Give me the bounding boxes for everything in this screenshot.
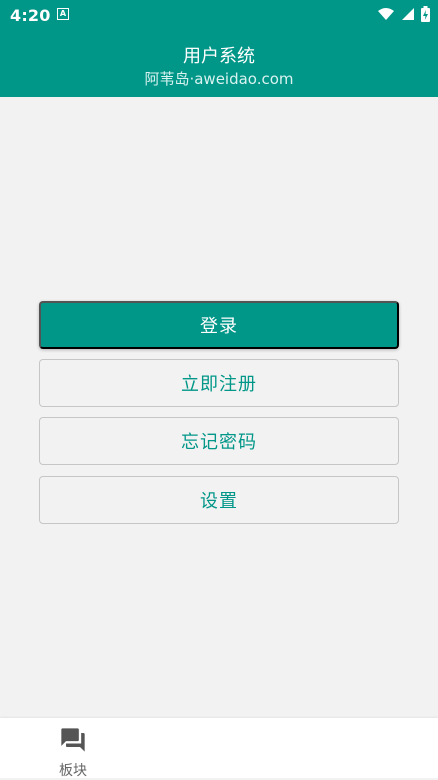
notification-a-icon: A bbox=[57, 8, 69, 20]
status-time: 4:20 bbox=[10, 6, 51, 25]
status-icons bbox=[377, 6, 430, 22]
top-bar: 4:20 A 用户系统 阿苇岛·aweidao.com bbox=[0, 0, 438, 97]
app-subtitle: 阿苇岛·aweidao.com bbox=[144, 70, 294, 88]
register-button[interactable]: 立即注册 bbox=[39, 359, 399, 407]
forum-icon bbox=[61, 728, 85, 752]
app-title: 用户系统 bbox=[183, 46, 255, 67]
battery-icon bbox=[421, 6, 430, 22]
wifi-icon bbox=[378, 8, 394, 20]
forgot-password-button[interactable]: 忘记密码 bbox=[39, 417, 399, 465]
bottom-navigation: 板块 bbox=[0, 718, 438, 779]
bottom-nav-label: 板块 bbox=[59, 763, 87, 779]
bottom-nav-item-board[interactable]: 板块 bbox=[40, 718, 106, 779]
settings-button[interactable]: 设置 bbox=[39, 476, 399, 524]
signal-icon bbox=[402, 8, 414, 20]
login-button[interactable]: 登录 bbox=[39, 301, 399, 349]
status-bar: 4:20 A bbox=[0, 0, 438, 30]
